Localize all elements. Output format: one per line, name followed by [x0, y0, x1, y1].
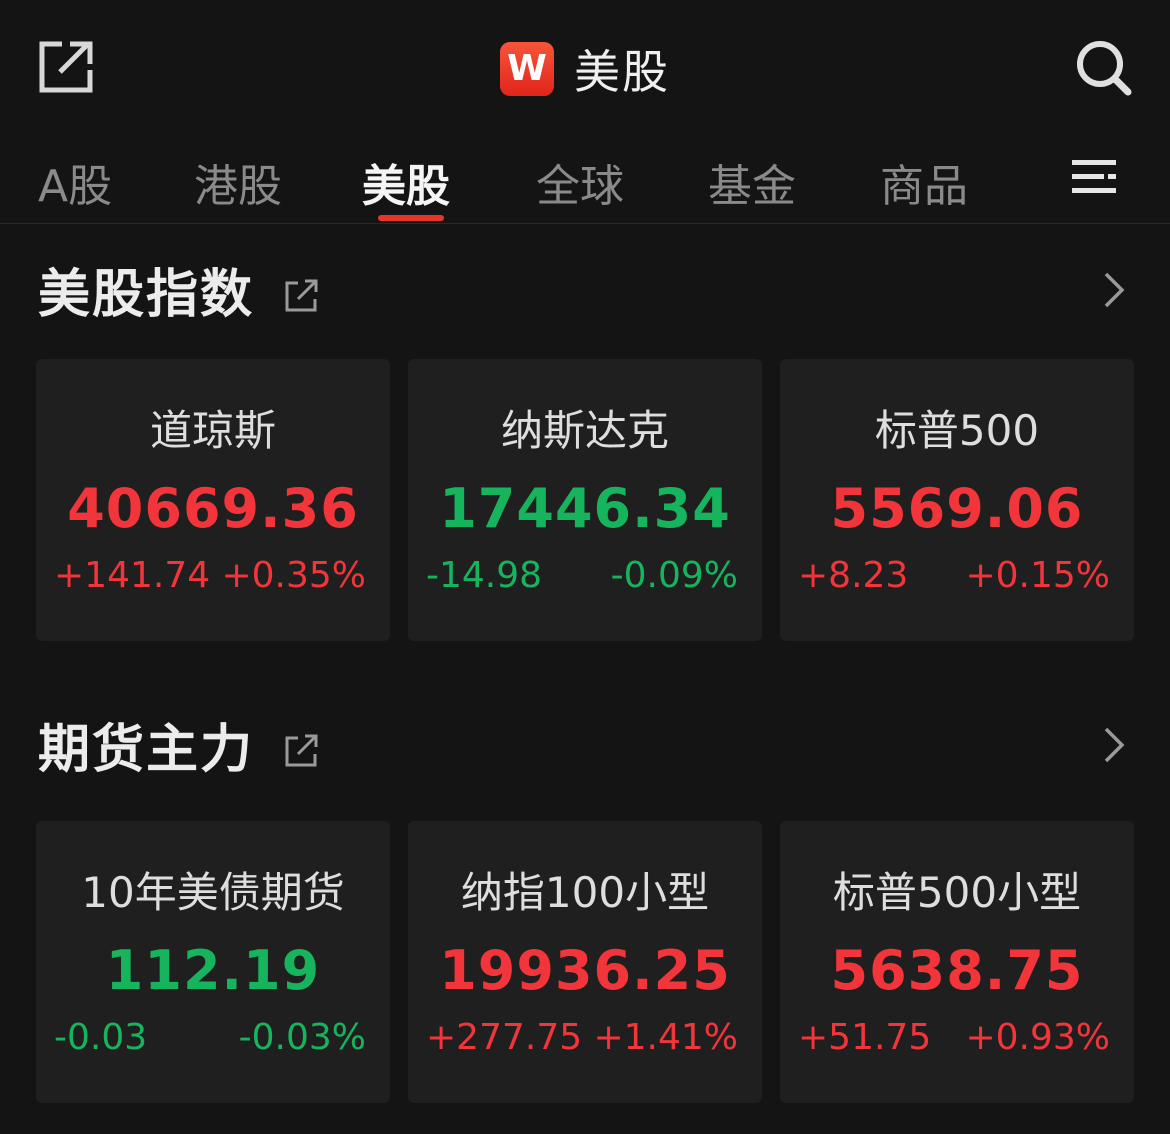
- section-title: 美股指数: [38, 265, 255, 325]
- index-card-dow[interactable]: 道琼斯 40669.36 +141.74 +0.35%: [36, 359, 390, 641]
- index-percent: -0.09%: [610, 555, 738, 596]
- futures-percent: -0.03%: [238, 1017, 366, 1058]
- active-tab-indicator: [378, 215, 444, 221]
- menu-icon[interactable]: [1072, 158, 1118, 196]
- futures-percent: +1.41%: [593, 1017, 738, 1058]
- futures-name: 纳指100小型: [460, 868, 710, 917]
- section-title: 期货主力: [38, 720, 255, 780]
- section-header-indices[interactable]: 美股指数: [38, 252, 320, 327]
- futures-change: +277.75: [426, 1017, 583, 1058]
- index-percent: +0.15%: [965, 555, 1110, 596]
- futures-card-nasdaq100-mini[interactable]: 纳指100小型 19936.25 +277.75 +1.41%: [408, 821, 762, 1103]
- index-name: 纳斯达克: [500, 406, 669, 455]
- index-changes: +8.23 +0.15%: [780, 555, 1134, 596]
- search-icon[interactable]: [1074, 38, 1134, 96]
- index-value: 17446.34: [439, 477, 731, 540]
- tab-commodities[interactable]: 商品: [880, 150, 968, 214]
- share-icon[interactable]: [284, 732, 320, 768]
- index-change: +141.74: [54, 555, 211, 596]
- chevron-right-icon[interactable]: [1100, 270, 1128, 310]
- tab-hk-shares[interactable]: 港股: [194, 150, 282, 214]
- index-changes: +141.74 +0.35%: [36, 555, 390, 596]
- futures-value: 5638.75: [830, 939, 1084, 1002]
- index-value: 5569.06: [830, 477, 1084, 540]
- logo-letter: W: [507, 48, 547, 89]
- section-header-futures[interactable]: 期货主力: [38, 707, 320, 782]
- futures-change: +51.75: [798, 1017, 932, 1058]
- share-icon[interactable]: [284, 277, 320, 313]
- futures-changes: -0.03 -0.03%: [36, 1017, 390, 1058]
- tab-a-shares[interactable]: A股: [38, 150, 112, 214]
- brand: W 美股: [0, 36, 1170, 102]
- tab-global[interactable]: 全球: [536, 150, 624, 214]
- futures-card-10y-treasury[interactable]: 10年美债期货 112.19 -0.03 -0.03%: [36, 821, 390, 1103]
- index-card-sp500[interactable]: 标普500 5569.06 +8.23 +0.15%: [780, 359, 1134, 641]
- futures-name: 10年美债期货: [81, 868, 345, 917]
- index-card-nasdaq[interactable]: 纳斯达克 17446.34 -14.98 -0.09%: [408, 359, 762, 641]
- futures-name: 标普500小型: [832, 868, 1082, 917]
- chevron-right-icon[interactable]: [1100, 725, 1128, 765]
- futures-changes: +277.75 +1.41%: [408, 1017, 762, 1058]
- futures-change: -0.03: [54, 1017, 148, 1058]
- index-name: 道琼斯: [149, 406, 276, 455]
- index-name: 标普500: [874, 406, 1040, 455]
- index-change: -14.98: [426, 555, 543, 596]
- tab-us-shares[interactable]: 美股: [362, 150, 450, 214]
- market-tabs: A股 港股 美股 全球 基金 商品: [0, 130, 1170, 224]
- futures-percent: +0.93%: [965, 1017, 1110, 1058]
- index-change: +8.23: [798, 555, 909, 596]
- index-percent: +0.35%: [221, 555, 366, 596]
- index-changes: -14.98 -0.09%: [408, 555, 762, 596]
- futures-value: 19936.25: [439, 939, 731, 1002]
- futures-value: 112.19: [105, 939, 321, 1002]
- futures-card-sp500-mini[interactable]: 标普500小型 5638.75 +51.75 +0.93%: [780, 821, 1134, 1103]
- tab-funds[interactable]: 基金: [708, 150, 796, 214]
- index-value: 40669.36: [67, 477, 359, 540]
- page-title: 美股: [574, 45, 670, 99]
- futures-changes: +51.75 +0.93%: [780, 1017, 1134, 1058]
- top-bar: W 美股: [0, 0, 1170, 130]
- app-logo: W: [500, 42, 554, 96]
